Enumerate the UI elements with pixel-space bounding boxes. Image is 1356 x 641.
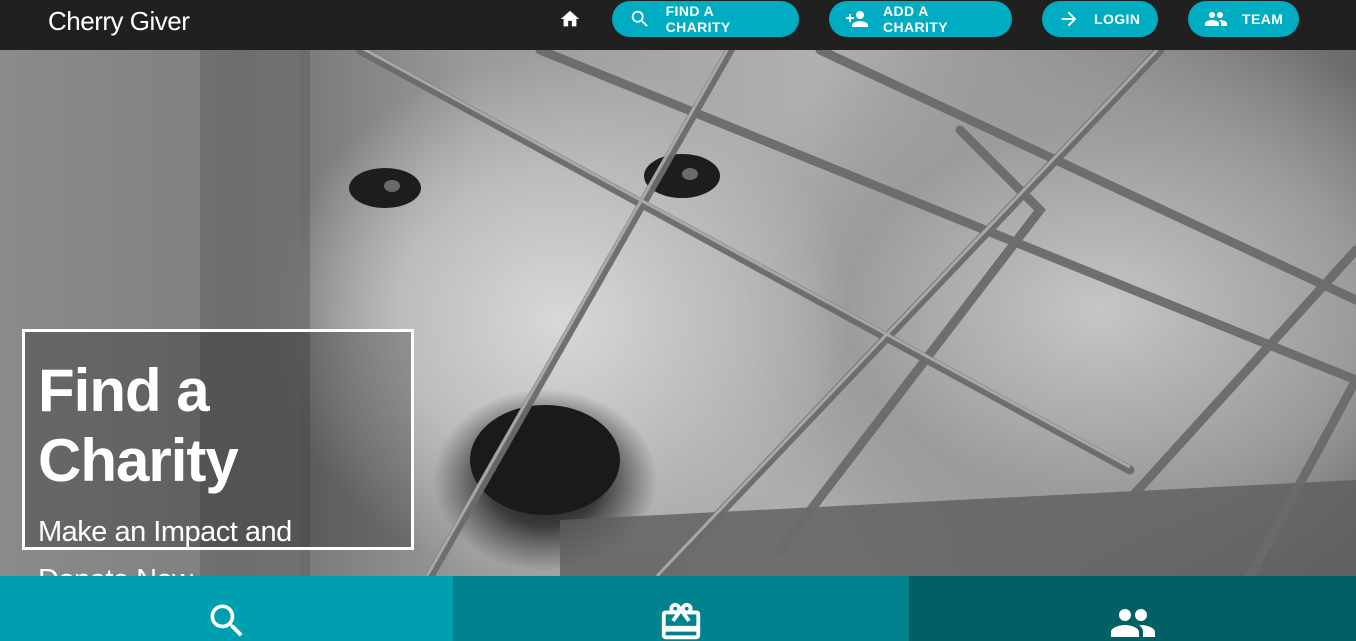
hero-title: Find a Charity — [38, 357, 239, 494]
login-label: LOGIN — [1094, 11, 1141, 27]
people-icon — [1110, 609, 1155, 637]
home-button[interactable] — [558, 7, 582, 31]
team-button[interactable]: TEAM — [1188, 1, 1299, 37]
person-add-icon — [845, 7, 869, 31]
add-charity-label: ADD A CHARITY — [883, 3, 949, 35]
search-icon — [210, 604, 243, 637]
arrow-right-icon — [1058, 7, 1080, 31]
team-label: TEAM — [1242, 11, 1284, 27]
feature-strip — [0, 576, 1356, 641]
add-charity-button[interactable]: ADD A CHARITY — [829, 1, 1012, 37]
hero-banner: Find a Charity Make an Impact and Donate… — [0, 50, 1356, 576]
hero-callout: Find a Charity Make an Impact and Donate… — [22, 329, 414, 576]
hero-subtitle-line-1: Make an Impact and — [38, 516, 292, 548]
feature-donate[interactable] — [453, 576, 909, 641]
gift-card-icon — [661, 602, 701, 640]
brand-logo[interactable]: Cherry Giver — [48, 6, 190, 37]
search-icon — [628, 7, 652, 31]
top-navbar: Cherry Giver FIND A CHARITY ADD A CHARIT… — [0, 0, 1356, 50]
home-icon — [560, 10, 580, 27]
people-icon — [1204, 7, 1228, 31]
find-charity-label: FIND A CHARITY — [665, 3, 731, 35]
hero-subtitle: Make an Impact and Donate Now — [38, 508, 411, 576]
login-button[interactable]: LOGIN — [1042, 1, 1158, 37]
hero-subtitle-line-2: Donate Now — [38, 556, 411, 576]
find-charity-button[interactable]: FIND A CHARITY — [612, 1, 799, 37]
feature-find-charity[interactable] — [0, 576, 453, 641]
feature-team[interactable] — [909, 576, 1356, 641]
